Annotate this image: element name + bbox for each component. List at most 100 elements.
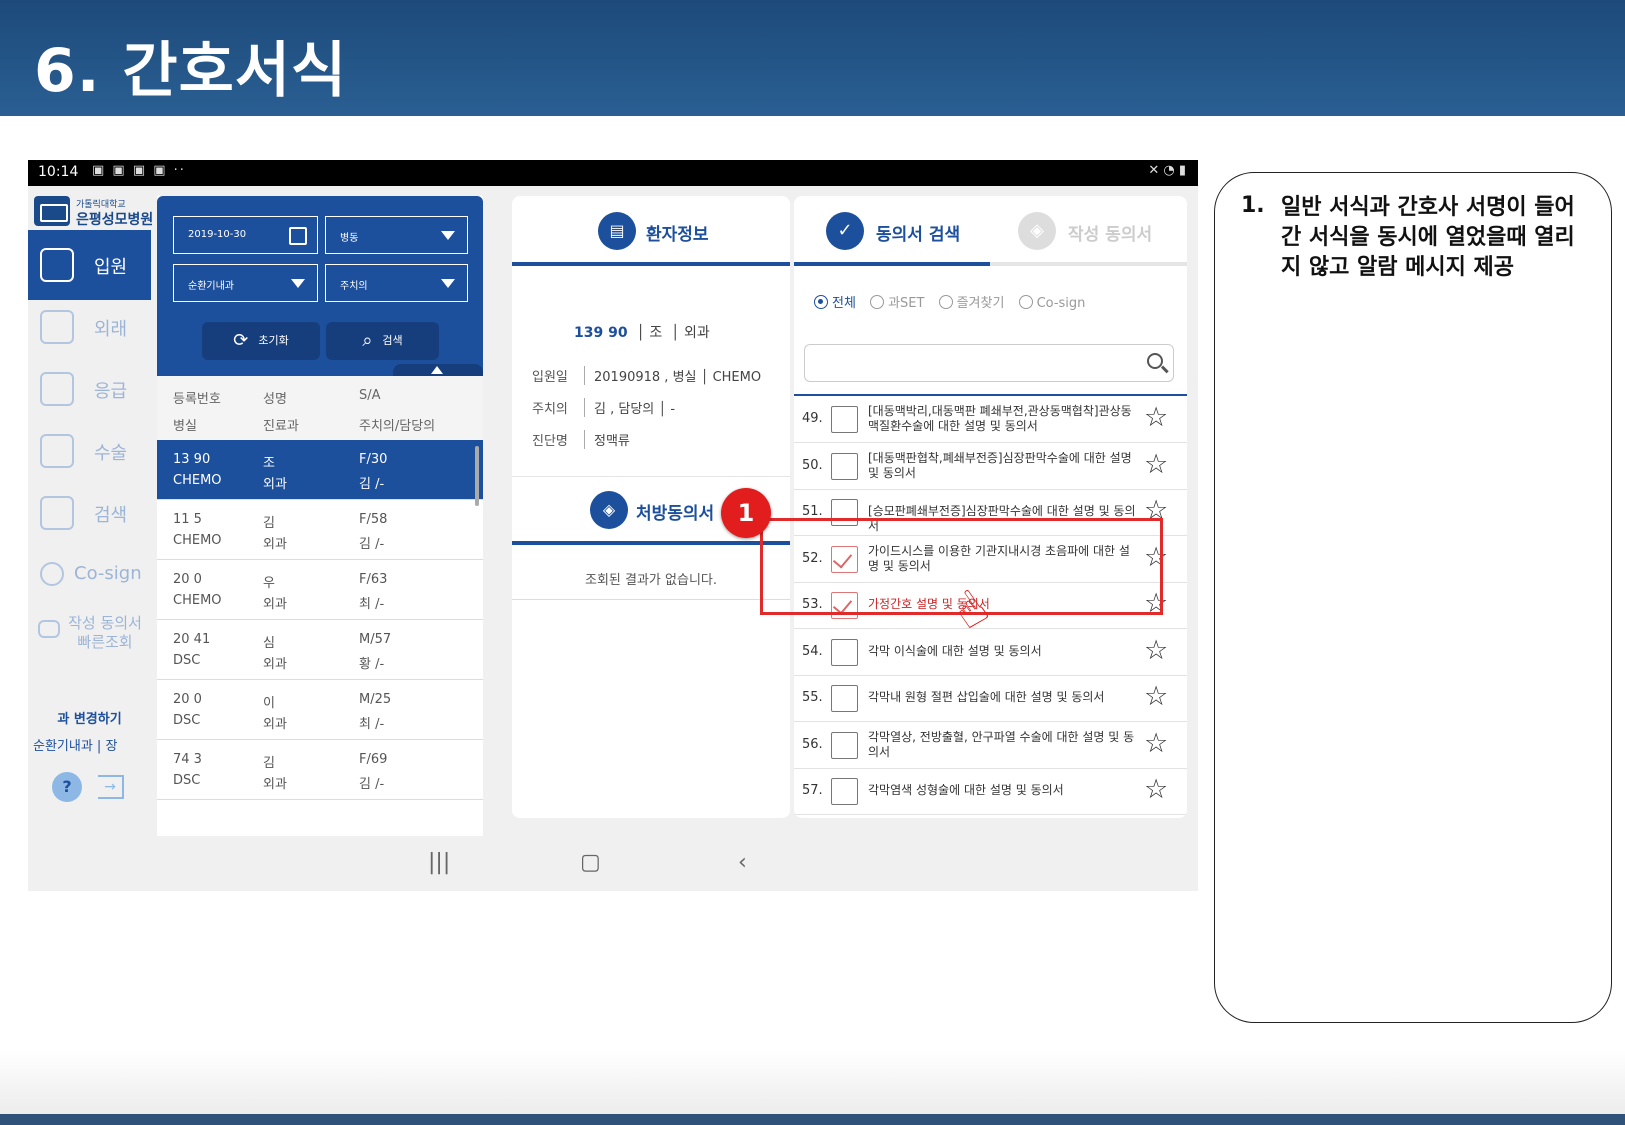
consent-row[interactable]: 49. [대동맥박리,대동맥판 폐쇄부전,관상동맥협착]관상동맥질환수술에 대한 … [794, 396, 1187, 443]
calendar-icon [289, 227, 307, 245]
check-circle-icon: ✓ [826, 212, 864, 250]
consent-panel: ✓ 동의서 검색 ◈ 작성 동의서 전체 과SET 즐겨찾기 Co-sign 4… [794, 196, 1187, 818]
header-name: 성명 [263, 392, 287, 407]
star-icon[interactable]: ☆ [1144, 729, 1168, 758]
search-icon[interactable] [1147, 353, 1163, 369]
chevron-down-icon [291, 279, 305, 288]
step-badge: 1 [721, 488, 771, 538]
patient-info-title: 환자정보 [646, 225, 709, 245]
patient-doctor: 최 /- [359, 597, 385, 612]
patient-sex-age: F/58 [359, 512, 388, 527]
date-field[interactable]: 2019-10-30 [173, 216, 318, 254]
nav-item-label: 작성 동의서 빠른조회 [68, 614, 142, 651]
nav-item-cosign[interactable]: Co-sign [28, 540, 151, 610]
patient-row[interactable]: 11 5 CHEMO 김 외과 F/58 김 /- [157, 500, 483, 560]
nav-item-inpatient[interactable]: 입원 [28, 230, 151, 300]
patient-row[interactable]: 20 0 DSC 이 외과 M/25 최 /- [157, 680, 483, 740]
list-scrollbar[interactable] [475, 446, 479, 506]
nav-item-emergency[interactable]: 응급 [28, 354, 151, 424]
patient-name: 조 [649, 325, 663, 341]
help-icon[interactable]: ? [52, 772, 82, 802]
radio-all[interactable]: 전체 [814, 292, 856, 311]
list-header: 등록번호 성명 S/A 병실 진료과 주치의/담당의 [157, 376, 483, 440]
header-room: 병실 [173, 419, 197, 434]
consent-checkbox[interactable] [831, 452, 858, 480]
consent-row[interactable]: 56. 각막열상, 전방출혈, 안구파열 수술에 대한 설명 및 동의서 ☆ [794, 722, 1187, 769]
patient-dept: 외과 [263, 537, 287, 552]
recents-button[interactable]: ||| [428, 850, 450, 875]
tab-written-consent[interactable]: ◈ 작성 동의서 [990, 196, 1187, 266]
consent-row[interactable]: 54. 각막 이식술에 대한 설명 및 동의서 ☆ [794, 629, 1187, 676]
nav-item-search[interactable]: 검색 [28, 478, 151, 548]
book-icon: ◈ [1018, 212, 1056, 250]
consent-row[interactable]: 50. [대동맥판협착,폐쇄부전증]심장판막수술에 대한 설명 및 동의서 ☆ [794, 443, 1187, 490]
nav-item-surgery[interactable]: 수술 [28, 416, 151, 486]
patient-row[interactable]: 20 0 CHEMO 우 외과 F/63 최 /- [157, 560, 483, 620]
consent-row[interactable]: 57. 각막염색 성형술에 대한 설명 및 동의서 ☆ [794, 768, 1187, 815]
back-button[interactable]: ‹ [738, 850, 747, 875]
star-icon[interactable]: ☆ [1144, 404, 1168, 432]
patient-id: 20 0 [173, 692, 202, 707]
consent-checkbox[interactable] [831, 685, 858, 712]
header-doctor: 주치의/담당의 [359, 419, 436, 434]
patient-info-header: ▤ 환자정보 [512, 196, 790, 266]
divider [512, 599, 790, 600]
radio-cosign[interactable]: Co-sign [1018, 295, 1085, 311]
logo-name: 은평성모병원 [76, 212, 154, 228]
consent-number: 56. [802, 736, 823, 752]
nav-item-written-consent[interactable]: 작성 동의서 빠른조회 [28, 602, 151, 660]
consent-checkbox[interactable] [831, 778, 858, 805]
patient-doctor: 황 /- [359, 657, 385, 672]
patient-name: 심 [263, 636, 275, 651]
patient-sex-age: F/30 [359, 452, 388, 467]
nav-item-outpatient[interactable]: 외래 [28, 292, 151, 362]
star-icon[interactable]: ☆ [1144, 450, 1168, 479]
search-icon: ⌕ [362, 330, 373, 351]
star-icon[interactable]: ☆ [1144, 636, 1168, 665]
consent-checkbox[interactable] [831, 406, 858, 433]
consent-number: 50. [802, 457, 823, 473]
patient-summary: 139 90 │ 조 │ 외과 [574, 325, 710, 341]
doctor-label: 주치의 [532, 402, 568, 417]
patient-dept: 외과 [263, 597, 287, 612]
doctor-select[interactable]: 주치의 [325, 264, 468, 302]
consent-checkbox[interactable] [831, 731, 858, 759]
ward-select[interactable]: 병동 [325, 216, 468, 254]
radio-favorites[interactable]: 즐겨찾기 [938, 292, 1004, 311]
admit-value: 20190918 , 병실 │ CHEMO [584, 366, 761, 385]
logout-icon[interactable]: → [98, 775, 124, 799]
slide-header: 6. 간호서식 [0, 0, 1625, 116]
patient-room: DSC [173, 773, 201, 788]
slide: 6. 간호서식 10:14 ▣ ▣ ▣ ▣ ·· ✕ ◔ ▮ 가톨릭대학교 은평… [0, 0, 1625, 1125]
consent-row[interactable]: 55. 각막내 원형 절편 삽입술에 대한 설명 및 동의서 ☆ [794, 675, 1187, 722]
patient-sex-age: M/25 [359, 692, 392, 707]
consent-search-input[interactable] [804, 344, 1174, 382]
home-button[interactable]: ▢ [580, 850, 601, 875]
radio-dept-set[interactable]: 과SET [870, 292, 924, 311]
book-icon: ◈ [590, 491, 628, 529]
consent-checkbox[interactable] [831, 638, 858, 666]
ambulance-icon [40, 372, 74, 406]
star-icon[interactable]: ☆ [1144, 683, 1168, 711]
callout-number: 1. [1241, 193, 1265, 218]
callout-text: 일반 서식과 간호사 서명이 들어간 서식을 동시에 열었을때 열리지 않고 알… [1281, 195, 1575, 280]
patient-sex-age: F/69 [359, 752, 388, 767]
star-icon[interactable]: ☆ [1144, 776, 1168, 804]
patient-row[interactable]: 13 90 CHEMO 조 외과 F/30 김 /- [157, 440, 483, 500]
briefcase-icon [38, 620, 60, 638]
patient-row[interactable]: 74 3 DSC 김 외과 F/69 김 /- [157, 740, 483, 800]
patient-id: 139 90 [574, 325, 628, 341]
nav-item-label: 수술 [94, 443, 128, 464]
chevron-down-icon [441, 231, 455, 240]
ward-value: 병동 [340, 233, 359, 244]
patient-row[interactable]: 20 41 DSC 심 외과 M/57 황 /- [157, 620, 483, 680]
patient-room: CHEMO [173, 533, 222, 548]
dept-select[interactable]: 순환기내과 [173, 264, 318, 302]
change-dept-link[interactable]: 과 변경하기 [28, 708, 151, 727]
consent-title: [대동맥판협착,폐쇄부전증]심장판막수술에 대한 설명 및 동의서 [868, 450, 1132, 480]
collapse-filter-button[interactable] [393, 364, 483, 376]
consent-number: 55. [802, 690, 823, 705]
search-button[interactable]: ⌕ 검색 [326, 322, 439, 360]
reset-button[interactable]: ⟳ 초기화 [202, 322, 320, 360]
tab-consent-search[interactable]: ✓ 동의서 검색 [794, 196, 990, 266]
